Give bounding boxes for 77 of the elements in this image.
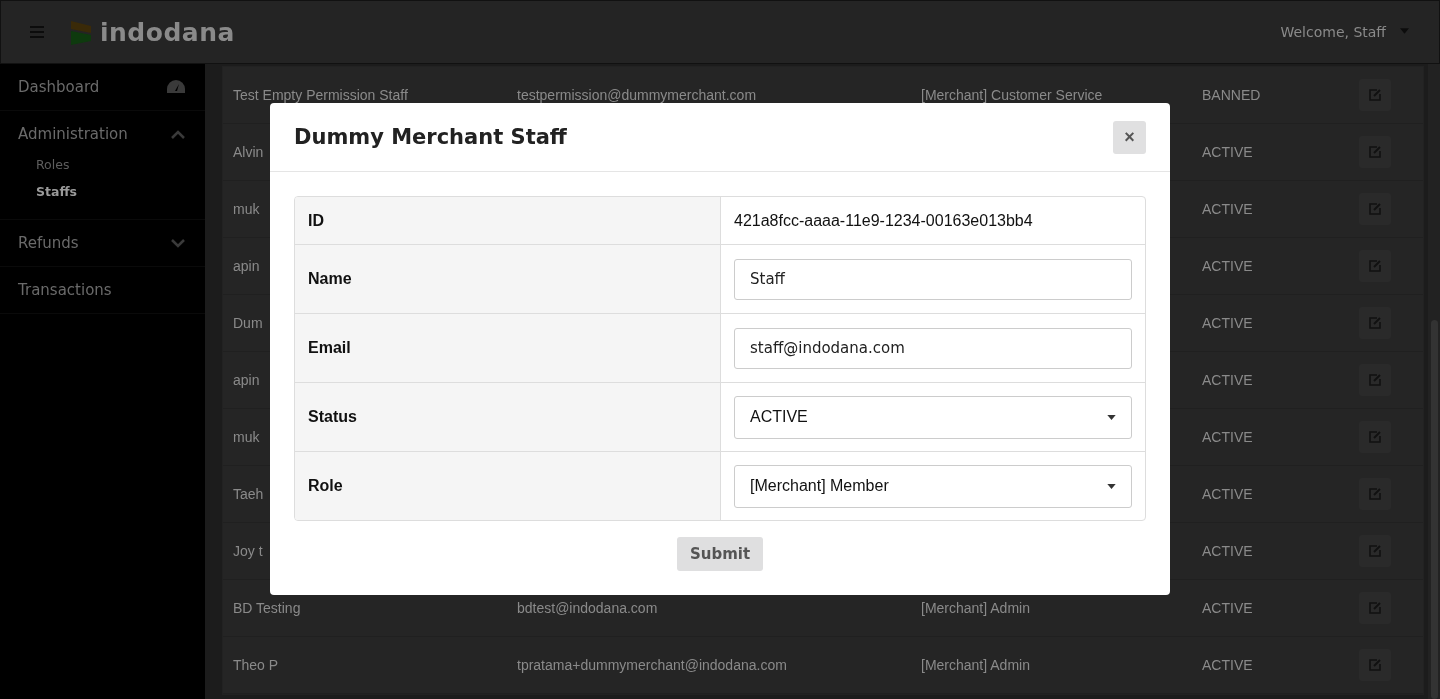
edit-button[interactable] [1359, 421, 1391, 453]
edit-icon [1368, 88, 1382, 102]
user-menu[interactable]: Welcome, Staff [1280, 24, 1386, 40]
field-label: Status [308, 408, 357, 426]
select-dropdown[interactable]: ACTIVE [734, 395, 1132, 439]
table-cell: bdtest@indodana.com [517, 600, 658, 616]
table-cell-text: Taeh [233, 486, 265, 502]
edit-icon [1368, 373, 1382, 387]
table-cell-text: ACTIVE [1202, 201, 1254, 217]
table-cell-text: ACTIVE [1202, 144, 1254, 160]
caret-icon [1107, 414, 1116, 420]
edit-button[interactable] [1359, 79, 1391, 111]
gauge-icon [166, 79, 186, 95]
edit-button[interactable] [1359, 250, 1391, 282]
table-cell-text: muk [233, 201, 261, 217]
edit-icon [1368, 316, 1382, 330]
field-label: Email [308, 339, 351, 357]
sidebar-item[interactable]: Refunds [0, 220, 205, 266]
table-cell-text: ACTIVE [1202, 543, 1254, 559]
table-cell-text: ACTIVE [1202, 657, 1254, 673]
edit-button[interactable] [1359, 193, 1391, 225]
table-cell-text: BD Testing [233, 600, 302, 616]
table-cell-text: Theo P [233, 657, 280, 673]
edit-button[interactable] [1359, 592, 1391, 624]
table-cell-text: ACTIVE [1202, 486, 1254, 502]
table-cell-text: ACTIVE [1202, 429, 1254, 445]
table-cell: [Merchant] Admin [921, 600, 1030, 616]
table-cell-text: Alvin [233, 144, 265, 160]
chevron-up-icon [170, 129, 186, 139]
input-field[interactable]: Staff [734, 258, 1132, 300]
edit-button[interactable] [1359, 364, 1391, 396]
edit-button[interactable] [1359, 136, 1391, 168]
input-field[interactable]: staff@indodana.com [734, 327, 1132, 369]
table-cell-text: Joy t [233, 543, 264, 559]
table-cell: [Merchant] Customer Service [921, 87, 1103, 103]
edit-icon [1368, 658, 1382, 672]
leaf-logo-icon [70, 19, 92, 45]
edit-icon [1368, 145, 1382, 159]
table-cell-text: ACTIVE [1202, 372, 1254, 388]
logo-text: indodana [100, 17, 235, 47]
table-cell-text: ACTIVE [1202, 315, 1254, 331]
table-cell-text: Test Empty Permission Staff [233, 87, 409, 103]
edit-icon [1368, 202, 1382, 216]
field-label: ID [308, 211, 324, 230]
menu-icon[interactable] [30, 26, 44, 38]
select-dropdown[interactable]: [Merchant] Member [734, 464, 1132, 508]
caret-icon[interactable] [1400, 27, 1409, 34]
table-cell-text: Dum [233, 315, 264, 331]
edit-icon [1368, 487, 1382, 501]
table-cell-text: ACTIVE [1202, 600, 1254, 616]
edit-button[interactable] [1359, 535, 1391, 567]
sidebar-subitem[interactable]: Staffs [36, 178, 205, 205]
modal-title: Dummy Merchant Staff [294, 125, 567, 149]
submit-button[interactable]: Submit [677, 537, 763, 571]
table-cell-text: apin [233, 258, 261, 274]
table-cell: testpermission@dummymerchant.com [517, 87, 757, 103]
edit-icon [1368, 601, 1382, 615]
field-label: Role [308, 477, 343, 495]
chevron-down-icon [170, 238, 186, 248]
id-value: 421a8fcc-aaaa-11e9-1234-00163e013bb4 [734, 211, 1033, 230]
edit-icon [1368, 430, 1382, 444]
table-cell-text: BANNED [1202, 87, 1262, 103]
table-cell-text: muk [233, 429, 261, 445]
table-cell-text: apin [233, 372, 261, 388]
edit-button[interactable] [1359, 478, 1391, 510]
field-label: Name [308, 270, 352, 288]
caret-icon [1107, 483, 1116, 489]
table-cell-text: ACTIVE [1202, 258, 1254, 274]
table-cell: tpratama+dummymerchant@indodana.com [517, 657, 787, 673]
edit-button[interactable] [1359, 649, 1391, 681]
close-button[interactable]: × [1113, 120, 1146, 154]
edit-button[interactable] [1359, 307, 1391, 339]
sidebar-item[interactable]: Transactions [0, 267, 205, 313]
table-cell: [Merchant] Admin [921, 657, 1030, 673]
edit-icon [1368, 259, 1382, 273]
edit-icon [1368, 544, 1382, 558]
sidebar-item[interactable]: Dashboard [0, 64, 205, 110]
